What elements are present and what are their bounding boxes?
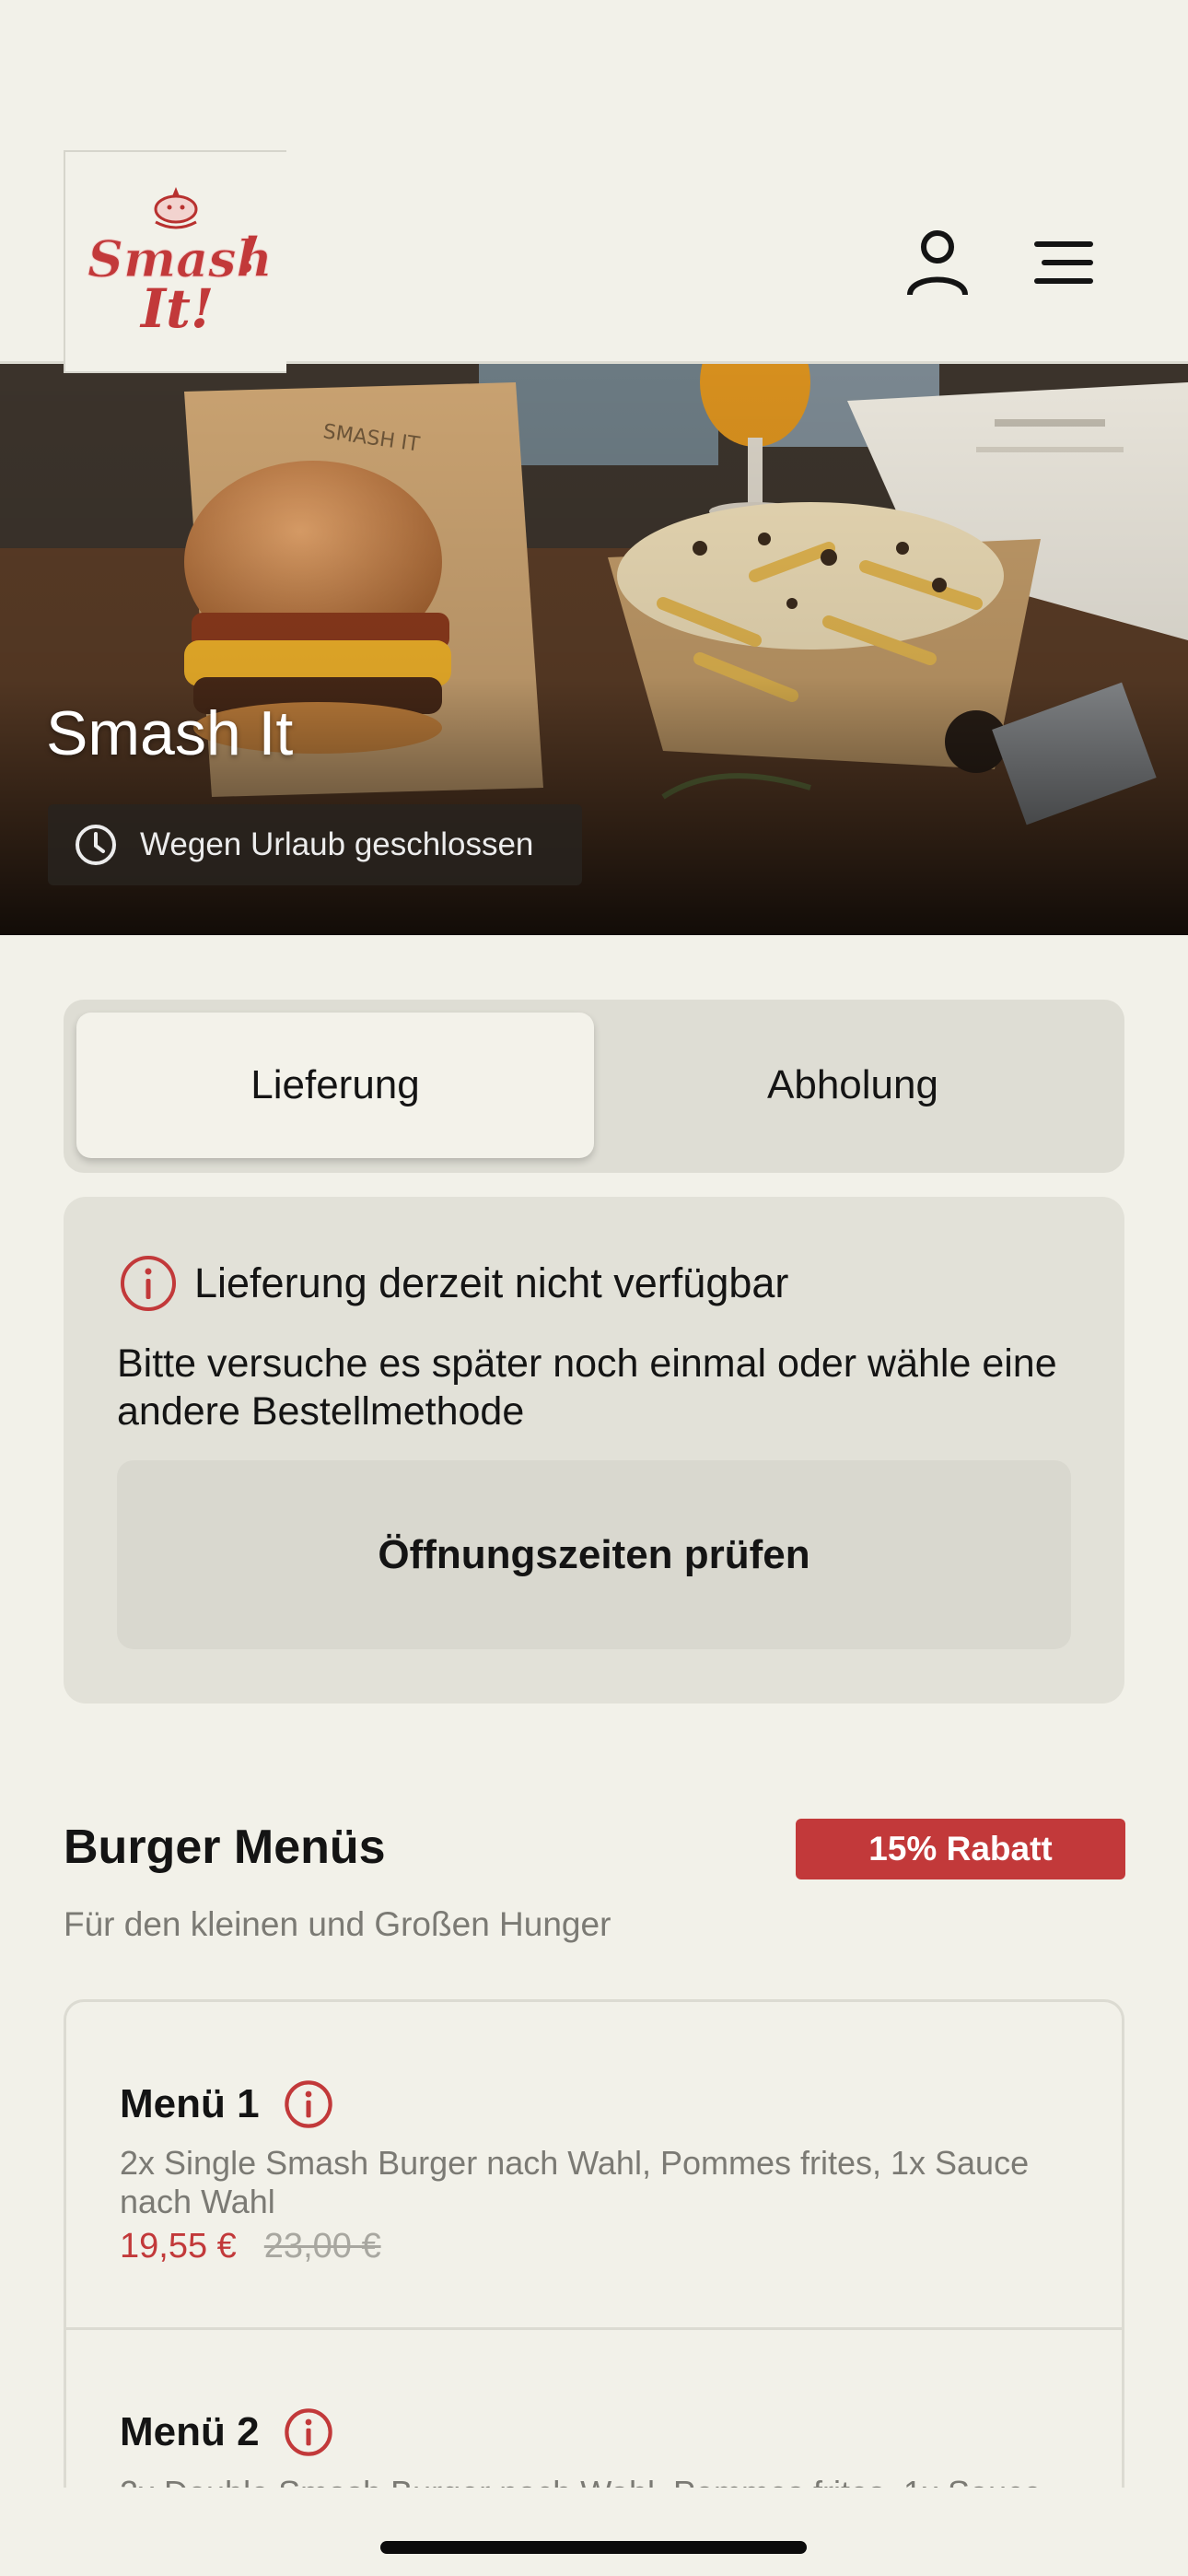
order-mode-toggle: Lieferung Abholung xyxy=(64,1000,1124,1173)
menu-item-price: 19,55 € xyxy=(120,2227,237,2266)
info-icon xyxy=(121,1256,176,1311)
restaurant-logo[interactable]: Smash ! It! xyxy=(64,150,286,373)
svg-text:!: ! xyxy=(239,225,261,284)
user-icon xyxy=(907,230,968,296)
hero-banner: SMASH IT Smash It Wegen Urlaub geschloss… xyxy=(0,364,1188,935)
menu-item-title: Menü 1 xyxy=(120,2079,333,2129)
section-title: Burger Menüs xyxy=(64,1821,386,1874)
delivery-unavailable-notice: Lieferung derzeit nicht verfügbar Bitte … xyxy=(64,1197,1124,1704)
clock-icon xyxy=(76,825,116,865)
info-icon[interactable] xyxy=(284,2407,333,2457)
menu-item-price-row: 19,55 € 23,00 € xyxy=(120,2227,381,2266)
menu-button[interactable] xyxy=(1022,221,1105,304)
account-button[interactable] xyxy=(896,221,979,304)
smash-it-logo: Smash ! It! xyxy=(87,187,268,336)
hamburger-menu-icon xyxy=(1034,241,1093,284)
menu-item-name: Menü 1 xyxy=(120,2081,260,2126)
notice-body: Bitte versuche es später noch einmal ode… xyxy=(117,1341,1057,1434)
menu-item-list: Menü 1 2x Single Smash Burger nach Wahl,… xyxy=(64,1999,1124,2488)
menu-item-old-price: 23,00 € xyxy=(263,2227,381,2266)
notice-title: Lieferung derzeit nicht verfügbar xyxy=(194,1259,789,1306)
menu-item-description: 2x Double Smash Burger nach Wahl, Pommes… xyxy=(120,2474,1077,2488)
header: Smash ! It! xyxy=(0,0,1188,373)
menu-item-description: 2x Single Smash Burger nach Wahl, Pommes… xyxy=(120,2144,1030,2220)
tab-delivery[interactable]: Lieferung xyxy=(76,1013,594,1158)
restaurant-name: Smash It xyxy=(46,698,294,768)
check-opening-hours-button[interactable]: Öffnungszeiten prüfen xyxy=(117,1460,1071,1649)
menu-item[interactable]: Menü 1 2x Single Smash Burger nach Wahl,… xyxy=(66,2002,1122,2330)
status-text: Wegen Urlaub geschlossen xyxy=(140,826,534,862)
notice-header: Lieferung derzeit nicht verfügbar xyxy=(119,1254,788,1313)
home-indicator xyxy=(380,2541,807,2554)
menu-item-name: Menü 2 xyxy=(120,2409,260,2454)
tab-pickup[interactable]: Abholung xyxy=(594,1013,1112,1158)
status-badge: Wegen Urlaub geschlossen xyxy=(48,804,582,885)
menu-item[interactable]: Menü 2 2x Double Smash Burger nach Wahl,… xyxy=(66,2330,1122,2488)
menu-item-title: Menü 2 xyxy=(120,2407,333,2457)
section-subtitle: Für den kleinen und Großen Hunger xyxy=(64,1905,611,1943)
info-icon[interactable] xyxy=(284,2079,333,2129)
discount-badge: 15% Rabatt xyxy=(796,1819,1125,1879)
svg-text:It!: It! xyxy=(139,277,214,336)
